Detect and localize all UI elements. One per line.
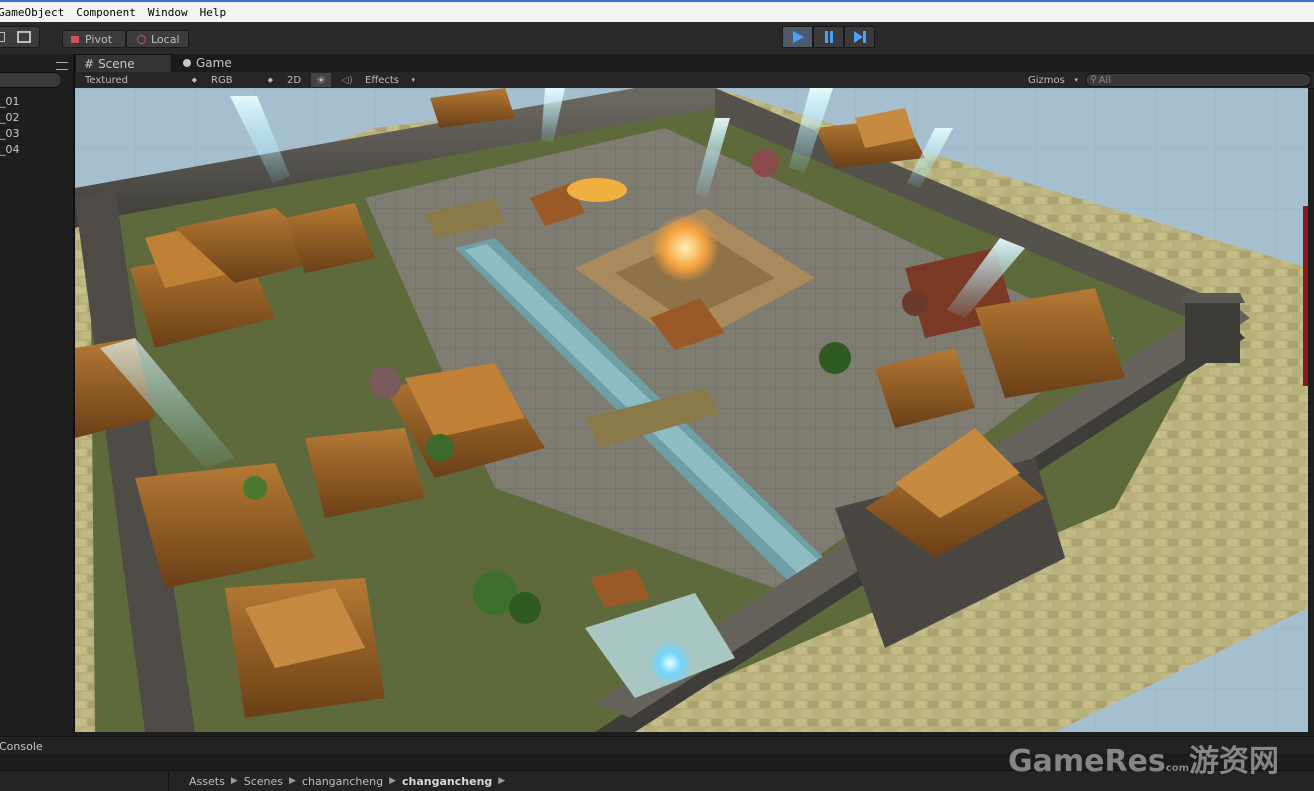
breadcrumb-item-scenes[interactable]: Scenes [244, 775, 283, 788]
dropdown-arrow-icon: ▾ [1074, 76, 1078, 84]
main-toolbar: Pivot Local [0, 22, 1314, 55]
gizmos-dropdown[interactable]: Gizmos ▾ [1028, 73, 1078, 87]
mode-2d-label: 2D [287, 74, 302, 86]
hierarchy-item[interactable]: _02 [0, 111, 20, 124]
watermark-text: GameRes [1008, 744, 1166, 779]
gizmos-label: Gizmos [1028, 74, 1065, 86]
scale-tool-icon[interactable] [0, 32, 5, 42]
local-label: Local [151, 32, 180, 46]
search-icon: ⚲ [1090, 75, 1097, 85]
view-tabs: # Scene Game [75, 54, 1314, 72]
render-mode-value: Textured [85, 74, 128, 86]
hierarchy-search-input[interactable] [0, 72, 62, 88]
dropdown-arrow-icon: ▾ [411, 76, 415, 84]
local-button[interactable]: Local [126, 30, 189, 48]
pivot-button[interactable]: Pivot [62, 30, 126, 48]
menu-help[interactable]: Help [200, 6, 227, 19]
breadcrumb-item-folder[interactable]: changancheng [302, 775, 383, 788]
speaker-icon: ◁) [341, 74, 353, 86]
menu-bar: GameObject Component Window Help [0, 0, 1314, 22]
watermark: GameRescom游资网 [1008, 736, 1279, 780]
scene-view-header: Textured ◆ RGB ◆ 2D ☀ ◁) Effects ▾ Gizmo… [75, 72, 1314, 89]
breadcrumb-item-assets[interactable]: Assets [189, 775, 225, 788]
color-mode-dropdown[interactable]: RGB ◆ [211, 73, 275, 87]
watermark-cn: 游资网 [1189, 744, 1279, 779]
rect-tool-icon[interactable] [17, 31, 31, 43]
grid-icon: # [84, 56, 95, 71]
effects-dropdown[interactable]: Effects ▾ [365, 73, 415, 87]
color-mode-value: RGB [211, 74, 233, 86]
hierarchy-panel: _01 _02 _03 _04 [0, 54, 75, 732]
sun-icon: ☀ [316, 73, 326, 87]
console-tab[interactable]: Console [0, 740, 43, 753]
local-icon [137, 34, 146, 44]
scene-search-input[interactable]: ⚲ All [1085, 73, 1311, 87]
hierarchy-menu-icon[interactable] [56, 62, 68, 70]
dropdown-arrows-icon: ◆ [191, 76, 197, 84]
audio-toggle[interactable]: ◁) [337, 73, 357, 87]
tab-game-label: Game [196, 56, 232, 70]
hierarchy-item[interactable]: _01 [0, 95, 20, 108]
chevron-right-icon: ▶ [230, 776, 238, 786]
tab-game[interactable]: Game [175, 54, 255, 72]
step-button[interactable] [844, 26, 875, 48]
scene-render[interactable] [75, 88, 1308, 732]
step-icon [853, 31, 866, 43]
scene-search-placeholder: All [1098, 74, 1111, 86]
pause-button[interactable] [813, 26, 844, 48]
hierarchy-item[interactable]: _04 [0, 143, 20, 156]
dropdown-arrows-icon: ◆ [267, 76, 273, 84]
tab-scene-label: Scene [98, 56, 135, 71]
breadcrumb-item-current[interactable]: changancheng [402, 775, 492, 788]
chevron-right-icon: ▶ [289, 776, 296, 786]
menu-component[interactable]: Component [76, 6, 136, 19]
breadcrumb-spacer [0, 771, 169, 791]
scene-viewport[interactable] [75, 88, 1308, 732]
effects-label: Effects [365, 74, 399, 86]
tab-scene[interactable]: # Scene [75, 54, 172, 72]
transform-tools [0, 26, 40, 48]
menu-gameobject[interactable]: GameObject [0, 6, 64, 19]
mode-2d-toggle[interactable]: 2D [287, 73, 307, 87]
render-mode-dropdown[interactable]: Textured ◆ [85, 73, 199, 87]
chevron-right-icon: ▶ [498, 776, 506, 786]
pivot-label: Pivot [85, 32, 113, 46]
pause-icon [824, 31, 833, 43]
hierarchy-item[interactable]: _03 [0, 127, 20, 140]
chevron-right-icon: ▶ [389, 776, 397, 786]
play-icon [792, 31, 804, 43]
playback-controls [782, 26, 876, 48]
play-button[interactable] [782, 26, 813, 48]
watermark-suffix: com [1165, 763, 1189, 774]
lighting-toggle[interactable]: ☀ [311, 73, 331, 87]
pacman-icon [183, 59, 191, 67]
menu-window[interactable]: Window [148, 6, 188, 19]
pivot-icon [71, 35, 79, 43]
